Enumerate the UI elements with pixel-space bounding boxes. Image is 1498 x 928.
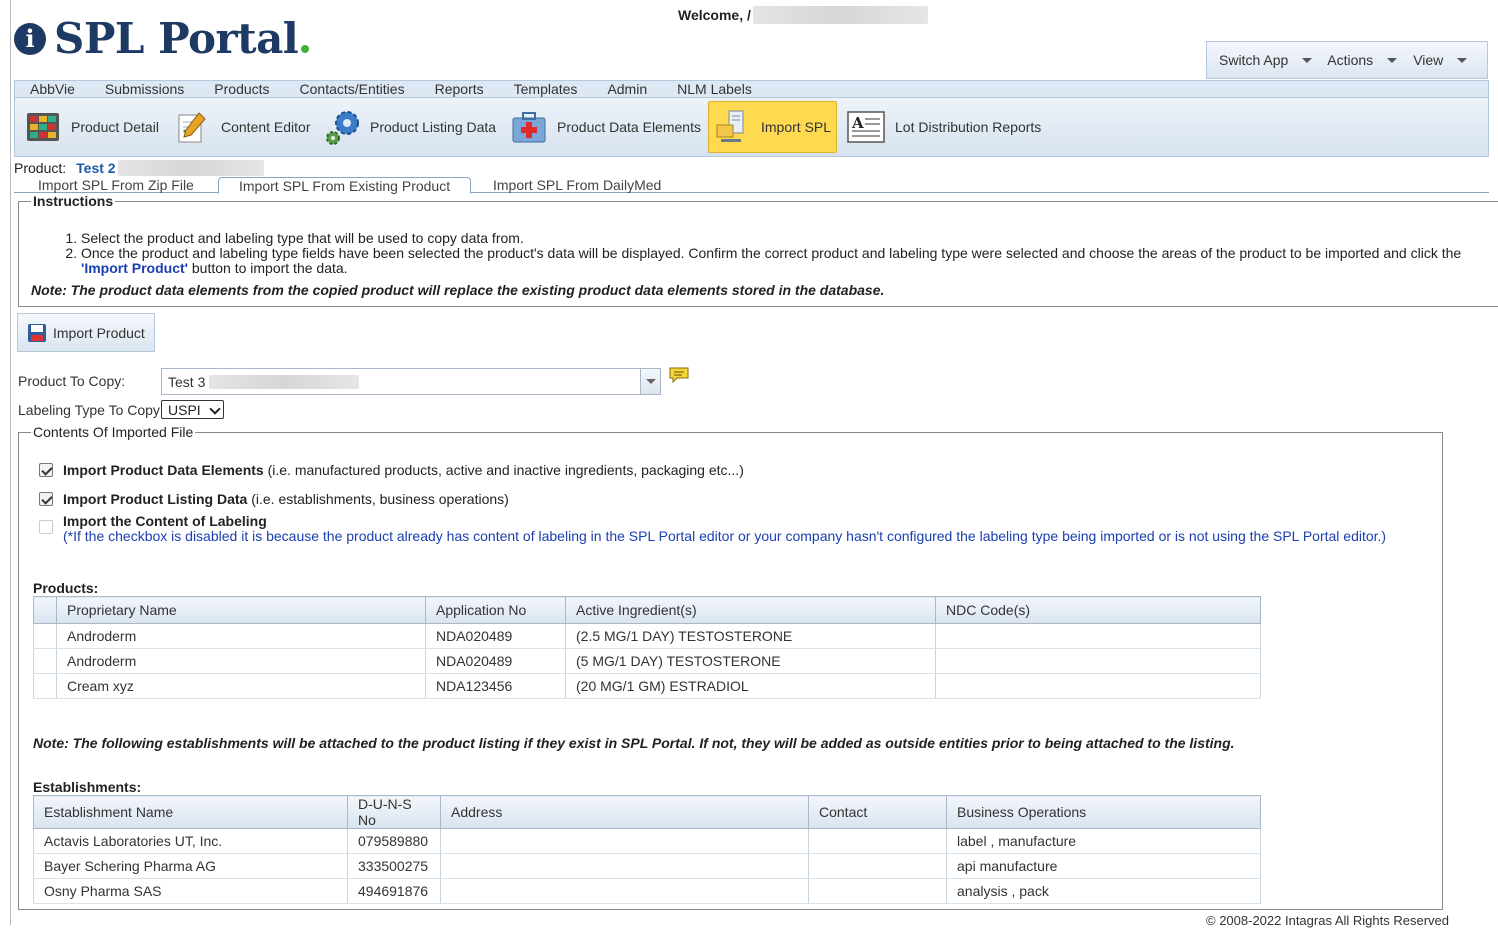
product-to-copy-value: Test 3 xyxy=(168,373,206,390)
redacted-product-name xyxy=(117,160,264,176)
toolbar-lot-distribution-reports[interactable]: A Lot Distribution Reports xyxy=(847,101,1041,153)
chevron-down-icon xyxy=(645,379,656,384)
product-listing-data-checkbox[interactable] xyxy=(39,492,53,506)
nav-nlm-labels[interactable]: NLM Labels xyxy=(662,81,767,97)
establishments-table: Establishment Name D-U-N-S No Address Co… xyxy=(33,795,1261,904)
col-business-operations[interactable]: Business Operations xyxy=(946,795,1261,829)
option-product-data-elements: Import Product Data Elements (i.e. manuf… xyxy=(39,462,744,478)
product-toolbar: Product Detail Content Editor Product Li… xyxy=(14,98,1489,157)
nav-contacts-entities[interactable]: Contacts/Entities xyxy=(285,81,420,97)
gear-icon xyxy=(326,111,359,145)
spl-portal-logo[interactable]: i SPL Portal xyxy=(14,14,310,63)
contents-of-imported-file-panel: Contents Of Imported File Import Product… xyxy=(18,424,1443,910)
copyright-footer: © 2008-2022 Intagras All Rights Reserved xyxy=(1206,913,1449,928)
instruction-step-1: Select the product and labeling type tha… xyxy=(81,231,1493,246)
toolbar-product-detail[interactable]: Product Detail xyxy=(25,101,159,153)
instructions-list: Select the product and labeling type tha… xyxy=(63,231,1493,276)
table-row[interactable]: Androderm NDA020489 (5 MG/1 DAY) TESTOST… xyxy=(33,648,1261,674)
view-menu[interactable]: View xyxy=(1397,52,1468,68)
option-content-of-labeling: Import the Content of Labeling (*If the c… xyxy=(39,514,1386,544)
col-contact[interactable]: Contact xyxy=(808,795,947,829)
document-icon: A xyxy=(847,111,885,143)
redacted-product-copy-name xyxy=(209,374,360,389)
import-product-reference: 'Import Product' xyxy=(81,260,188,276)
chevron-down-icon xyxy=(209,403,221,415)
nav-products[interactable]: Products xyxy=(199,81,284,97)
labeling-type-label: Labeling Type To Copy xyxy=(18,402,160,418)
app-menu-bar: Switch App Actions View xyxy=(1206,41,1488,79)
product-dropdown-button[interactable] xyxy=(640,369,660,394)
redacted-username xyxy=(752,6,928,24)
nav-abbvie[interactable]: AbbVie xyxy=(15,81,90,97)
col-establishment-name[interactable]: Establishment Name xyxy=(33,795,348,829)
toolbar-product-listing-data[interactable]: Product Listing Data xyxy=(323,101,496,153)
product-data-elements-checkbox[interactable] xyxy=(39,463,53,477)
products-table: Proprietary Name Application No Active I… xyxy=(33,596,1261,699)
establishments-title: Establishments: xyxy=(33,779,142,795)
chevron-down-icon xyxy=(1302,57,1313,63)
welcome-message: Welcome, / xyxy=(678,6,928,24)
establishments-note: Note: The following establishments will … xyxy=(33,735,1235,751)
row-select-header xyxy=(33,596,57,624)
info-logo-icon: i xyxy=(14,22,46,55)
table-row[interactable]: Bayer Schering Pharma AG 333500275 api m… xyxy=(33,853,1261,879)
col-active-ingredients[interactable]: Active Ingredient(s) xyxy=(565,596,936,624)
switch-app-menu[interactable]: Switch App xyxy=(1207,52,1313,68)
contents-legend: Contents Of Imported File xyxy=(31,424,196,440)
option-product-listing-data: Import Product Listing Data (i.e. establ… xyxy=(39,491,509,507)
table-row[interactable]: Androderm NDA020489 (2.5 MG/1 DAY) TESTO… xyxy=(33,623,1261,649)
labeling-disabled-note: (*If the checkbox is disabled it is beca… xyxy=(63,528,1387,544)
establishments-header-row: Establishment Name D-U-N-S No Address Co… xyxy=(33,795,1261,829)
chevron-down-icon xyxy=(1387,57,1398,63)
toolbar-content-editor[interactable]: Content Editor xyxy=(175,101,311,153)
products-title: Products: xyxy=(33,580,99,596)
product-to-copy-combobox[interactable]: Test 3 xyxy=(161,368,661,395)
content-of-labeling-checkbox xyxy=(39,520,53,534)
table-row[interactable]: Osny Pharma SAS 494691876 analysis , pac… xyxy=(33,878,1261,904)
instructions-note: Note: The product data elements from the… xyxy=(31,282,885,298)
toolbar-product-data-elements[interactable]: Product Data Elements xyxy=(511,101,701,153)
instruction-step-2: Once the product and labeling type field… xyxy=(81,246,1493,276)
toolbar-import-spl[interactable]: Import SPL xyxy=(708,101,837,153)
current-product: Product: Test 2 xyxy=(14,160,264,176)
page-left-border xyxy=(10,0,11,925)
logo-dot xyxy=(301,45,310,53)
product-to-copy-label: Product To Copy: xyxy=(18,373,126,389)
actions-menu[interactable]: Actions xyxy=(1312,52,1398,68)
products-header-row: Proprietary Name Application No Active I… xyxy=(33,596,1261,624)
nav-submissions[interactable]: Submissions xyxy=(90,81,199,97)
current-product-link[interactable]: Test 2 xyxy=(76,160,115,176)
col-application-no[interactable]: Application No xyxy=(425,596,566,624)
col-duns-no[interactable]: D-U-N-S No xyxy=(347,795,441,829)
instructions-panel: Instructions Select the product and labe… xyxy=(18,193,1498,307)
comment-note-icon[interactable] xyxy=(669,367,689,383)
col-proprietary-name[interactable]: Proprietary Name xyxy=(56,596,426,624)
save-disk-icon xyxy=(28,323,46,342)
nav-admin[interactable]: Admin xyxy=(592,81,662,97)
table-row[interactable]: Cream xyz NDA123456 (20 MG/1 GM) ESTRADI… xyxy=(33,673,1261,699)
import-computer-icon xyxy=(716,110,744,142)
svg-text:A: A xyxy=(851,114,864,132)
col-ndc-codes[interactable]: NDC Code(s) xyxy=(935,596,1261,624)
pencil-icon xyxy=(178,112,206,143)
col-address[interactable]: Address xyxy=(440,795,809,829)
labeling-type-select[interactable]: USPI xyxy=(161,400,224,419)
logo-text: SPL Portal xyxy=(54,14,299,63)
import-tabs: Import SPL From Zip File Import SPL From… xyxy=(14,176,1489,194)
grid-icon xyxy=(27,113,59,141)
tab-import-existing-product[interactable]: Import SPL From Existing Product xyxy=(218,177,472,194)
chevron-down-icon xyxy=(1457,57,1468,63)
import-product-button[interactable]: Import Product xyxy=(17,313,155,352)
tab-import-dailymed[interactable]: Import SPL From DailyMed xyxy=(493,177,661,193)
nav-templates[interactable]: Templates xyxy=(499,81,593,97)
medical-kit-icon xyxy=(512,112,546,143)
instructions-legend: Instructions xyxy=(31,193,116,209)
tab-import-zip[interactable]: Import SPL From Zip File xyxy=(38,177,194,193)
main-navigation: AbbVie Submissions Products Contacts/Ent… xyxy=(14,80,1489,98)
nav-reports[interactable]: Reports xyxy=(420,81,499,97)
table-row[interactable]: Actavis Laboratories UT, Inc. 079589880 … xyxy=(33,828,1261,854)
